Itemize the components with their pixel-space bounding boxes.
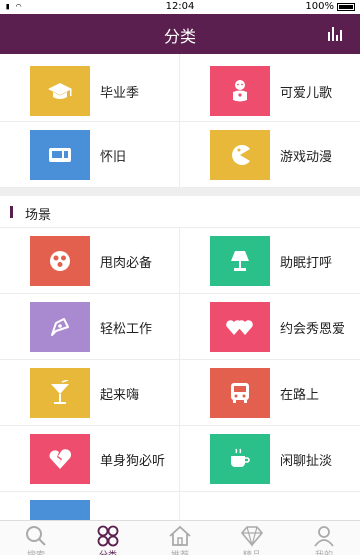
diamond-icon [240,526,264,547]
category-label: 游戏动漫 [280,150,333,165]
category-item-single[interactable]: 单身狗必听 [0,426,180,492]
category-row-partial [0,492,360,520]
broken-heart-icon [30,434,90,484]
tab-mine[interactable]: 我的 [288,521,360,555]
bus-icon [210,368,270,418]
category-item-party[interactable]: 起来嗨 [0,360,180,426]
cassette-icon [30,130,90,180]
category-item-workout[interactable]: 甩肉必备 [0,228,180,294]
tab-search[interactable]: 搜索 [0,521,72,555]
battery-indicator: 100% [305,1,355,12]
category-item-on-the-road[interactable]: 在路上 [180,360,360,426]
home-icon [169,525,191,546]
category-label: 轻松工作 [100,322,153,337]
pen-nib-icon [30,302,90,352]
app-header: 分类 [0,14,360,54]
category-label: 闲聊扯淡 [280,454,333,469]
page-title: 分类 [163,27,196,46]
tab-label: 搜索 [0,548,72,555]
tab-label: 分类 [72,548,144,555]
category-label: 甩肉必备 [100,256,153,271]
category-row: 怀旧 游戏动漫 [0,122,360,188]
cocktail-icon [30,368,90,418]
category-label: 可爱儿歌 [280,86,333,101]
category-row: 起来嗨 在路上 [0,360,360,426]
section-divider [0,188,360,196]
category-label: 毕业季 [100,86,140,101]
category-row: 毕业季 可爱儿歌 [0,54,360,122]
user-icon [314,526,334,547]
category-list[interactable]: 毕业季 可爱儿歌 怀旧 游戏动漫 场景 甩肉必备 助眠打呼 轻松工作 约会秀恩爱… [0,54,360,520]
category-item-games-anime[interactable]: 游戏动漫 [180,122,360,188]
category-item-graduation[interactable]: 毕业季 [0,54,180,122]
search-icon [26,526,46,546]
tab-label: 精品 [216,548,288,555]
pacman-icon [210,130,270,180]
ball-icon [30,236,90,286]
tab-featured[interactable]: 精品 [216,521,288,555]
category-item-partial[interactable] [0,492,180,520]
section-marker [10,206,13,218]
category-label: 约会秀恩爱 [280,322,346,337]
category-item-dating[interactable]: 约会秀恩爱 [180,294,360,360]
status-bar: ▮ ◠ 12:04 100% [0,0,360,14]
category-item-chat[interactable]: 闲聊扯淡 [180,426,360,492]
baby-icon [210,66,270,116]
tab-category[interactable]: 分类 [72,521,144,555]
battery-percent: 100% [305,1,334,12]
graduation-cap-icon [30,66,90,116]
category-label: 在路上 [280,388,320,403]
category-icon [97,525,119,547]
category-label: 助眠打呼 [280,256,333,271]
category-item-kids-songs[interactable]: 可爱儿歌 [180,54,360,122]
category-item-nostalgia[interactable]: 怀旧 [0,122,180,188]
tile-icon [30,500,90,520]
tab-recommend[interactable]: 推荐 [144,521,216,555]
section-header-scene: 场景 [0,196,360,228]
category-row: 单身狗必听 闲聊扯淡 [0,426,360,492]
bottom-tab-bar: 搜索 分类 推荐 精品 我的 [0,520,360,555]
category-label: 起来嗨 [100,388,140,403]
category-row: 轻松工作 约会秀恩爱 [0,294,360,360]
tab-label: 推荐 [144,548,216,555]
category-label: 怀旧 [100,150,127,165]
hearts-icon [210,302,270,352]
category-row: 甩肉必备 助眠打呼 [0,228,360,294]
lamp-icon [210,236,270,286]
bar-chart-icon[interactable] [328,27,344,41]
coffee-cup-icon [210,434,270,484]
section-title: 场景 [25,208,52,223]
category-label: 单身狗必听 [100,454,166,469]
tab-label: 我的 [288,548,360,555]
battery-icon [337,2,355,11]
category-item-relaxed-work[interactable]: 轻松工作 [0,294,180,360]
category-item-sleep[interactable]: 助眠打呼 [180,228,360,294]
